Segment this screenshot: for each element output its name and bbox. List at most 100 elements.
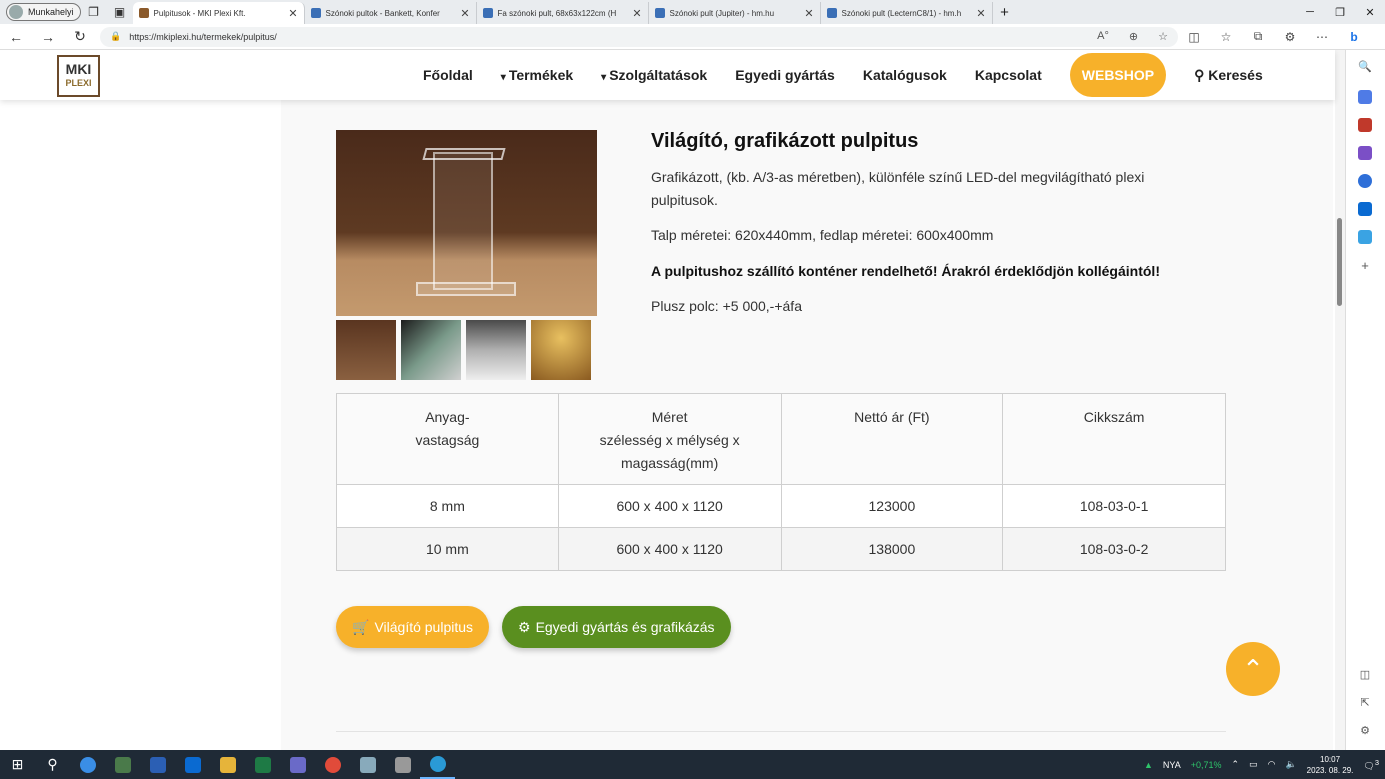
new-tab-icon[interactable]: + [993, 4, 1017, 21]
close-icon[interactable]: ✕ [288, 7, 297, 20]
shop-lectern-button[interactable]: 🛒 Világító pulpitus [336, 606, 490, 648]
product-main-image[interactable] [336, 130, 597, 316]
tray-chevron-icon[interactable]: ⌃ [1232, 759, 1240, 770]
thumbnail-2[interactable] [401, 320, 461, 380]
site-header: MKI PLEXI Főoldal ▾ Termékek ▾ Szolgáltatás… [0, 50, 1335, 100]
scrollbar-thumb[interactable] [1337, 218, 1342, 306]
minimize-icon[interactable]: ─ [1295, 6, 1325, 19]
outlook-icon[interactable] [1358, 202, 1372, 216]
language-indicator[interactable]: NYA [1163, 760, 1181, 770]
chevron-down-icon: ▾ [500, 72, 506, 83]
sidebar-layout-icon[interactable]: ◫ [1358, 668, 1372, 682]
office-icon[interactable] [1358, 174, 1372, 188]
games-icon[interactable] [1358, 146, 1372, 160]
refresh-icon[interactable]: ↻ [64, 28, 96, 45]
more-icon[interactable]: ⋯ [1306, 30, 1338, 44]
send-icon[interactable] [1358, 230, 1372, 244]
forward-icon[interactable]: → [32, 29, 64, 45]
clock-time: 10:07 [1320, 754, 1341, 764]
menu-home[interactable]: Főoldal [423, 67, 473, 83]
collections-icon[interactable]: ⧉ [1242, 29, 1274, 44]
thumbnail-4[interactable] [531, 320, 591, 380]
file-explorer-icon[interactable] [210, 750, 245, 779]
tab-pulpitusok[interactable]: Pulpitusok - MKI Plexi Kft. ✕ [132, 2, 305, 24]
wifi-icon[interactable]: ◠ [1268, 759, 1276, 770]
close-icon[interactable]: ✕ [804, 7, 813, 20]
menu-services[interactable]: ▾ Szolgáltatások [601, 67, 707, 83]
clock[interactable]: 10:07 2023. 08. 29. [1307, 754, 1354, 776]
custom-manufacturing-button[interactable]: ⚙ Egyedi gyártás és grafikázás [502, 606, 731, 648]
tools-icon[interactable] [1358, 118, 1372, 132]
close-icon[interactable]: ✕ [632, 7, 641, 20]
extensions-icon[interactable]: ⚙ [1274, 30, 1306, 44]
edge-icon[interactable] [420, 750, 455, 779]
network-icon[interactable]: ▭ [1249, 759, 1258, 770]
menu-services-label: Szolgáltatások [609, 67, 708, 83]
maximize-icon[interactable]: ❐ [1325, 6, 1355, 19]
scroll-to-top-button[interactable]: ⌃ [1226, 642, 1280, 696]
shopping-icon[interactable] [1358, 90, 1372, 104]
close-icon[interactable]: ✕ [460, 7, 469, 20]
close-window-icon[interactable]: ✕ [1355, 6, 1385, 19]
taskbar-search-icon[interactable]: ⚲ [35, 750, 70, 779]
thumbnail-1[interactable] [336, 320, 396, 380]
webshop-button[interactable]: WEBSHOP [1069, 53, 1167, 97]
image-thumbnails [336, 320, 591, 380]
read-aloud-icon[interactable]: A° [1097, 30, 1109, 43]
address-bar: ← → ↻ 🔒 https://mkiplexi.hu/termekek/pul… [0, 24, 1385, 50]
thumbnail-3[interactable] [466, 320, 526, 380]
lectern-top [422, 148, 506, 160]
settings-icon[interactable]: ⚙ [1358, 724, 1372, 738]
add-icon[interactable]: + [1358, 258, 1372, 273]
menu-catalogs[interactable]: Katalógusok [863, 67, 947, 83]
teams-icon[interactable] [280, 750, 315, 779]
cell-size: 600 x 400 x 1120 [557, 527, 782, 571]
zoom-icon[interactable]: ⊕ [1129, 30, 1138, 43]
shop-button-label: Világító pulpitus [374, 619, 474, 635]
menu-search[interactable]: ⚲ Keresés [1194, 67, 1263, 84]
split-screen-icon[interactable]: ◫ [1178, 30, 1210, 44]
word-icon[interactable] [140, 750, 175, 779]
chrome-icon[interactable] [70, 750, 105, 779]
workspaces-icon[interactable]: ❐ [81, 5, 107, 19]
menu-products[interactable]: ▾ Termékek [501, 67, 573, 83]
profile-button[interactable]: Munkahelyi [6, 3, 81, 21]
paint-icon[interactable] [350, 750, 385, 779]
url-input[interactable]: 🔒 https://mkiplexi.hu/termekek/pulpitus/… [100, 26, 1178, 47]
volume-icon[interactable]: 🔈 [1285, 759, 1296, 770]
page-scrollbar[interactable] [1335, 50, 1345, 750]
calculator-icon[interactable] [105, 750, 140, 779]
header-text: Anyag- [425, 409, 470, 425]
search-icon: ⚲ [1194, 66, 1209, 83]
tab-actions-icon[interactable]: ▣ [107, 5, 133, 19]
tab-lectern[interactable]: Szónoki pult (LecternC8/1) - hm.h ✕ [821, 2, 993, 24]
chevron-down-icon: ▾ [601, 72, 607, 83]
excel-icon[interactable] [245, 750, 280, 779]
windows-taskbar: ⊞ ⚲ ▲ NYA +0,71% ⌃ ▭ ◠ 🔈 10:07 2023. 08. … [0, 750, 1385, 779]
system-tray: ▲ NYA +0,71% ⌃ ▭ ◠ 🔈 10:07 2023. 08. 29. … [1144, 754, 1385, 776]
search-icon[interactable]: 🔍 [1358, 60, 1372, 74]
tab-fa-szonoki-pult[interactable]: Fa szónoki pult, 68x63x122cm (H ✕ [477, 2, 649, 24]
menu-contact[interactable]: Kapcsolat [975, 67, 1042, 83]
tab-jupiter[interactable]: Szónoki pult (Jupiter) - hm.hu ✕ [649, 2, 821, 24]
site-logo[interactable]: MKI PLEXI [57, 55, 100, 97]
close-icon[interactable]: ✕ [976, 7, 985, 20]
col-size: Méret szélesség x mélység x magasság(mm) [557, 393, 782, 485]
lock-icon: 🔒 [110, 31, 122, 41]
stock-change: +0,71% [1190, 759, 1222, 770]
chrome-2-icon[interactable] [315, 750, 350, 779]
tab-label: Szónoki pult (LecternC8/1) - hm.h [841, 8, 962, 18]
notification-icon[interactable]: 🗨3 [1363, 758, 1379, 772]
menu-custom[interactable]: Egyedi gyártás [735, 67, 835, 83]
back-icon[interactable]: ← [0, 29, 32, 45]
outlook-taskbar-icon[interactable] [175, 750, 210, 779]
stock-chart-icon[interactable]: ▲ [1144, 760, 1153, 770]
favorite-star-icon[interactable]: ☆ [1158, 30, 1168, 43]
start-icon[interactable]: ⊞ [0, 750, 35, 779]
url-text: https://mkiplexi.hu/termekek/pulpitus/ [129, 32, 277, 42]
external-icon[interactable]: ⇱ [1358, 696, 1372, 710]
favorites-icon[interactable]: ☆ [1210, 30, 1242, 44]
app-icon[interactable] [385, 750, 420, 779]
tab-szonoki-pultok[interactable]: Szónoki pultok - Bankett, Konfer ✕ [305, 2, 477, 24]
bing-icon[interactable]: b [1338, 30, 1370, 44]
